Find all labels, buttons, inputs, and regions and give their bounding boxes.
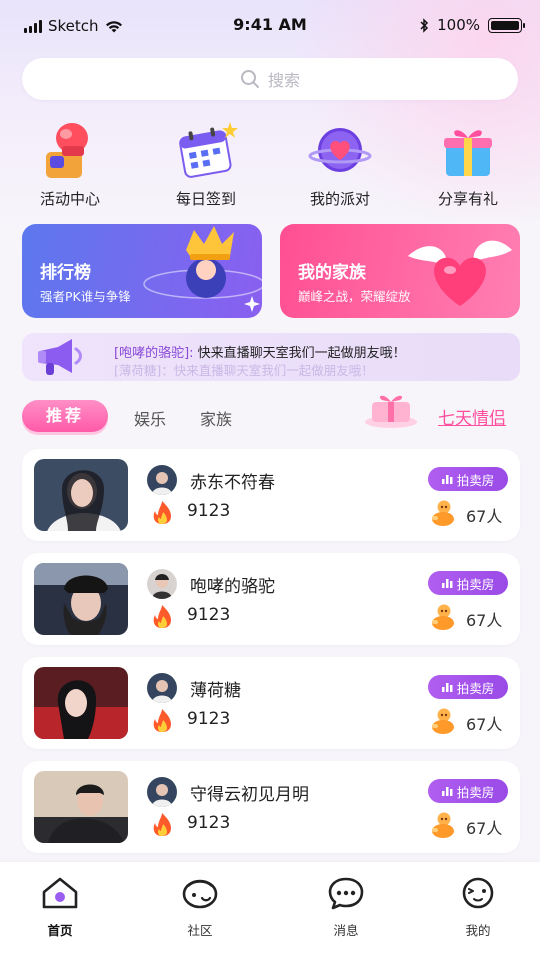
announcement-next-line: [薄荷糖]：快来直播聊天室我们一起做朋友哦！ xyxy=(114,363,374,378)
room-card[interactable]: 守得云初见月明 9123 拍卖房 67人 xyxy=(22,761,520,853)
nav-messages[interactable]: 消息 xyxy=(306,876,386,939)
badge-label: 拍卖房 xyxy=(456,576,495,592)
status-bar: Sketch 9:41 AM 100% xyxy=(0,0,540,50)
audience-count: 67人 xyxy=(466,507,503,526)
auction-room-badge: 拍卖房 xyxy=(428,467,508,491)
audience-icon xyxy=(432,708,454,734)
profile-icon xyxy=(462,877,494,909)
quick-entry-row: 活动中心 每日签到 我的派对 分享有礼 xyxy=(0,116,540,208)
party-heart-icon xyxy=(306,116,374,184)
seven-day-couple-link[interactable]: 七天情侣 xyxy=(438,404,506,429)
room-name: 咆哮的骆驼 xyxy=(190,577,275,597)
nav-home[interactable]: 首页 xyxy=(20,876,100,939)
search-placeholder: 搜索 xyxy=(267,71,300,90)
fire-icon xyxy=(153,501,171,524)
badge-label: 拍卖房 xyxy=(456,680,495,696)
family-title: 我的家族 xyxy=(298,263,366,283)
boxing-glove-icon xyxy=(36,116,104,184)
auction-room-badge: 拍卖房 xyxy=(428,571,508,595)
badge-label: 拍卖房 xyxy=(456,784,495,800)
bar-chart-icon xyxy=(441,475,453,484)
tab-recommend[interactable]: 推荐 xyxy=(22,400,108,432)
quick-entry-share[interactable]: 分享有礼 xyxy=(408,116,528,209)
ranking-banner[interactable]: 排行榜 强者PK谁与争锋 xyxy=(22,224,262,318)
family-subtitle: 巅峰之战，荣耀绽放 xyxy=(298,289,411,304)
bluetooth-icon xyxy=(420,17,429,33)
audience-count: 67人 xyxy=(466,819,503,838)
nav-profile[interactable]: 我的 xyxy=(438,876,518,939)
category-tabs: 推荐 娱乐 家族 七天情侣 xyxy=(22,395,522,434)
tab-family[interactable]: 家族 xyxy=(200,406,232,430)
room-cover-image xyxy=(34,459,128,531)
fire-icon xyxy=(153,709,171,732)
family-banner[interactable]: 我的家族 巅峰之战，荣耀绽放 xyxy=(280,224,520,318)
nav-label: 消息 xyxy=(333,923,359,938)
announcement-line: [咆哮的骆驼]: 快来直播聊天室我们一起做朋友哦！ xyxy=(114,342,406,361)
host-avatar xyxy=(147,465,177,495)
room-name: 守得云初见月明 xyxy=(190,785,309,805)
search-bar[interactable]: 搜索 xyxy=(22,58,518,100)
audience-count: 67人 xyxy=(466,715,503,734)
heat-score: 9123 xyxy=(187,813,231,833)
fire-icon xyxy=(153,605,171,628)
battery-icon xyxy=(488,17,525,33)
ranking-subtitle: 强者PK谁与争锋 xyxy=(40,289,131,304)
heat-score: 9123 xyxy=(187,605,231,625)
room-card[interactable]: 赤东不符春 9123 拍卖房 67人 xyxy=(22,449,520,541)
crown-icon xyxy=(143,226,262,312)
gift-cake-icon xyxy=(365,395,417,428)
audience-icon xyxy=(432,812,454,838)
announcement-user: [咆哮的骆驼]: xyxy=(114,346,194,361)
quick-entry-checkin[interactable]: 每日签到 xyxy=(146,116,266,209)
room-cover-image xyxy=(34,563,128,635)
bar-chart-icon xyxy=(441,683,453,692)
winged-heart-icon xyxy=(408,240,512,306)
bar-chart-icon xyxy=(441,787,453,796)
audience-count: 67人 xyxy=(466,611,503,630)
quick-entry-party[interactable]: 我的派对 xyxy=(280,116,400,209)
room-name: 赤东不符春 xyxy=(190,473,275,493)
bar-chart-icon xyxy=(441,579,453,588)
announcement-message: 快来直播聊天室我们一起做朋友哦！ xyxy=(197,346,406,361)
audience-icon xyxy=(432,500,454,526)
audience-icon xyxy=(432,604,454,630)
room-card[interactable]: 咆哮的骆驼 9123 拍卖房 67人 xyxy=(22,553,520,645)
bottom-navigation: 首页 社区 消息 我的 xyxy=(0,862,540,960)
badge-label: 拍卖房 xyxy=(456,472,495,488)
megaphone-icon xyxy=(38,339,82,375)
nav-label: 社区 xyxy=(187,923,213,938)
host-avatar xyxy=(147,569,177,599)
announcement-bar[interactable]: [咆哮的骆驼]: 快来直播聊天室我们一起做朋友哦！ [薄荷糖]：快来直播聊天室我… xyxy=(22,333,520,381)
room-card[interactable]: 薄荷糖 9123 拍卖房 67人 xyxy=(22,657,520,749)
auction-room-badge: 拍卖房 xyxy=(428,779,508,803)
calendar-icon xyxy=(172,116,240,184)
ranking-title: 排行榜 xyxy=(40,263,91,283)
quick-entry-activity[interactable]: 活动中心 xyxy=(10,116,130,209)
heat-score: 9123 xyxy=(187,709,231,729)
home-icon xyxy=(42,877,78,909)
auction-room-badge: 拍卖房 xyxy=(428,675,508,699)
gift-box-icon xyxy=(434,116,502,184)
heat-score: 9123 xyxy=(187,501,231,521)
battery-percent: 100% xyxy=(437,16,480,34)
quick-entry-label: 我的派对 xyxy=(309,190,370,208)
host-avatar xyxy=(147,673,177,703)
room-cover-image xyxy=(34,667,128,739)
fire-icon xyxy=(153,813,171,836)
nav-community[interactable]: 社区 xyxy=(160,876,240,939)
nav-label: 首页 xyxy=(47,923,73,938)
room-cover-image xyxy=(34,771,128,843)
quick-entry-label: 每日签到 xyxy=(175,190,236,208)
room-name: 薄荷糖 xyxy=(190,681,241,701)
quick-entry-label: 活动中心 xyxy=(39,190,100,208)
message-icon xyxy=(328,877,364,910)
tab-entertainment[interactable]: 娱乐 xyxy=(134,406,166,430)
host-avatar xyxy=(147,777,177,807)
nav-label: 我的 xyxy=(465,923,491,938)
quick-entry-label: 分享有礼 xyxy=(437,190,498,208)
search-icon xyxy=(240,70,259,88)
community-icon xyxy=(182,879,218,909)
